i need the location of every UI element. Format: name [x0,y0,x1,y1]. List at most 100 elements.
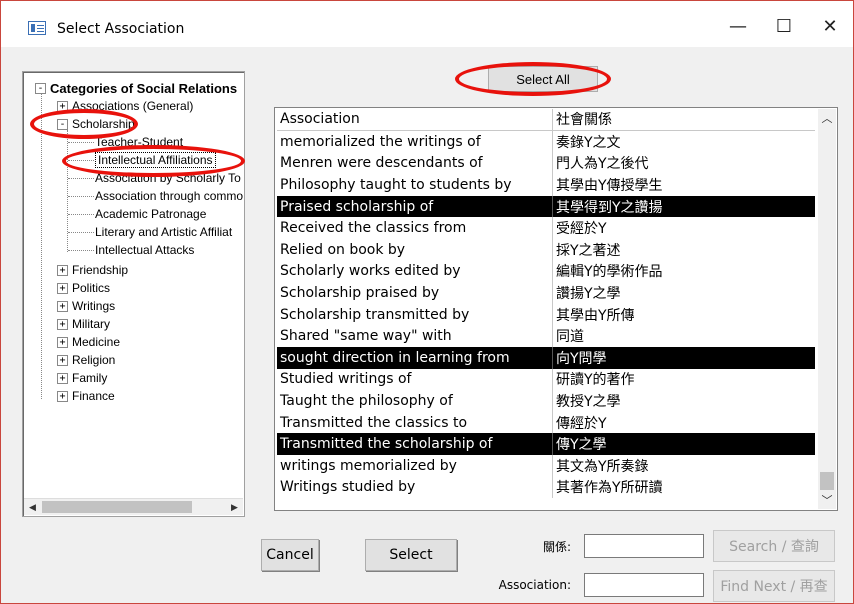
expand-icon[interactable]: + [57,354,68,366]
list-row[interactable]: Studied writings of 研讀Y的著作 [277,368,815,391]
scrollbar-thumb[interactable] [820,472,834,490]
list-row[interactable]: Transmitted the scholarship of 傳Y之學 [277,433,815,455]
relation-input[interactable] [584,534,704,558]
social-relation-cell: 編輯Y的學術作品 [552,260,815,283]
close-button[interactable]: ✕ [807,9,853,43]
tree-item-politics[interactable]: + Politics [57,279,110,297]
social-relation-cell: 受經於Y [552,217,815,239]
tree-item-label: Intellectual Affiliations [95,152,216,168]
tree-item-writings[interactable]: + Writings [57,297,115,315]
expand-icon[interactable]: + [57,372,68,384]
select-all-button[interactable]: Select All [488,66,598,92]
expand-icon[interactable]: + [57,264,68,276]
tree-connector [68,142,94,143]
tree-connector [68,232,94,233]
tree-item-military[interactable]: + Military [57,315,110,333]
scroll-left-icon[interactable]: ◀ [24,499,41,515]
tree-item-scholarship[interactable]: - Scholarship [57,115,135,133]
tree-item-finance[interactable]: + Finance [57,387,115,405]
expand-icon[interactable]: + [57,282,68,294]
expand-icon[interactable]: + [57,300,68,312]
list-row[interactable]: writings memorialized by 其文為Y所奏錄 [277,455,815,477]
scrollbar-thumb[interactable] [42,501,192,513]
list-vertical-scrollbar[interactable]: ︿ ﹀ [818,109,836,509]
tree-item-literary-artistic-affiliations[interactable]: Literary and Artistic Affiliat [95,223,232,241]
collapse-icon[interactable]: - [35,82,46,94]
social-relation-cell: 傳Y之學 [552,433,815,455]
select-button[interactable]: Select [365,539,457,571]
social-relation-cell: 奏錄Y之文 [552,131,815,153]
tree-connector [67,130,68,252]
list-row[interactable]: Praised scholarship of 其學得到Y之讚揚 [277,195,815,218]
association-cell: Transmitted the scholarship of [280,436,493,453]
list-row[interactable]: Shared "same way" with 同道 [277,325,815,347]
find-next-button[interactable]: Find Next / 再查 [713,570,835,602]
collapse-icon[interactable]: - [57,118,68,130]
tree-item-medicine[interactable]: + Medicine [57,333,120,351]
association-list[interactable]: Association 社會關係 memorialized the writin… [274,107,838,511]
tree-item-label: Associations (General) [72,99,194,113]
scroll-right-icon[interactable]: ▶ [226,499,243,515]
list-row[interactable]: memorialized the writings of 奏錄Y之文 [277,131,815,153]
social-relation-cell: 其學得到Y之讚揚 [552,195,815,218]
association-cell: sought direction in learning from [280,349,510,366]
social-relation-cell: 其學由Y所傳 [552,303,815,326]
column-header-association: Association [280,111,360,128]
expand-icon[interactable]: + [57,100,68,112]
tree-item-friendship[interactable]: + Friendship [57,261,128,279]
tree-item-intellectual-affiliations[interactable]: Intellectual Affiliations [95,151,216,169]
tree-item-religion[interactable]: + Religion [57,351,115,369]
tree-item-intellectual-attacks[interactable]: Intellectual Attacks [95,241,194,259]
association-cell: Menren were descendants of [280,155,483,172]
list-row[interactable]: sought direction in learning from 向Y問學 [277,347,815,369]
list-row[interactable]: Scholarship praised by 讚揚Y之學 [277,282,815,304]
social-relation-cell: 門人為Y之後代 [552,152,815,175]
scroll-up-icon[interactable]: ︿ [818,109,836,127]
tree-item-association-through-common[interactable]: Association through commo [95,187,243,205]
list-row[interactable]: Relied on book by 採Y之著述 [277,239,815,261]
category-tree[interactable]: - Categories of Social Relations + Assoc… [22,71,245,517]
search-button[interactable]: Search / 查詢 [713,530,835,562]
tree-item-label: Friendship [72,263,129,277]
association-cell: Transmitted the classics to [280,414,468,431]
list-row[interactable]: Transmitted the classics to 傳經於Y [277,411,815,434]
association-cell: Scholarly works edited by [280,263,461,280]
tree-item-teacher-student[interactable]: Teacher-Student [95,133,183,151]
list-row[interactable]: Received the classics from 受經於Y [277,217,815,239]
expand-icon[interactable]: + [57,336,68,348]
minimize-button[interactable]: — [715,9,761,43]
tree-item-label: Scholarship [72,117,135,131]
scroll-down-icon[interactable]: ﹀ [818,491,836,509]
association-cell: Writings studied by [280,479,416,496]
social-relation-cell: 其文為Y所奏錄 [552,455,815,477]
social-relation-cell: 研讀Y的著作 [552,368,815,391]
list-row[interactable]: Scholarly works edited by 編輯Y的學術作品 [277,260,815,283]
expand-icon[interactable]: + [57,318,68,330]
tree-item-family[interactable]: + Family [57,369,107,387]
cancel-button[interactable]: Cancel [261,539,319,571]
tree-root[interactable]: - Categories of Social Relations [35,79,237,97]
list-row[interactable]: Taught the philosophy of 教授Y之學 [277,390,815,412]
association-input[interactable] [584,573,704,597]
list-row[interactable]: Scholarship transmitted by 其學由Y所傳 [277,303,815,326]
tree-item-associations-general[interactable]: + Associations (General) [57,97,193,115]
tree-item-label: Finance [72,389,115,403]
list-row[interactable]: Philosophy taught to students by 其學由Y傳授學生 [277,174,815,196]
tree-item-academic-patronage[interactable]: Academic Patronage [95,205,206,223]
association-label: Association: [498,578,571,592]
association-cell: Received the classics from [280,220,467,237]
list-row[interactable]: Menren were descendants of 門人為Y之後代 [277,152,815,175]
association-cell: Philosophy taught to students by [280,176,512,193]
maximize-button[interactable]: ☐ [761,9,807,43]
social-relation-cell: 採Y之著述 [552,239,815,261]
tree-item-association-by-scholarly-topic[interactable]: Association by Scholarly To [95,169,241,187]
list-row[interactable]: Writings studied by 其著作為Y所研讀 [277,476,815,499]
association-cell: Scholarship transmitted by [280,306,470,323]
dialog-window: Select Association — ☐ ✕ - Categories of… [0,0,854,604]
expand-icon[interactable]: + [57,390,68,402]
social-relation-cell: 傳經於Y [552,411,815,434]
association-cell: memorialized the writings of [280,133,481,150]
social-relation-cell: 其學由Y傳授學生 [552,174,815,196]
tree-horizontal-scrollbar[interactable]: ◀ ▶ [24,498,243,515]
social-relation-cell: 其著作為Y所研讀 [552,476,815,499]
